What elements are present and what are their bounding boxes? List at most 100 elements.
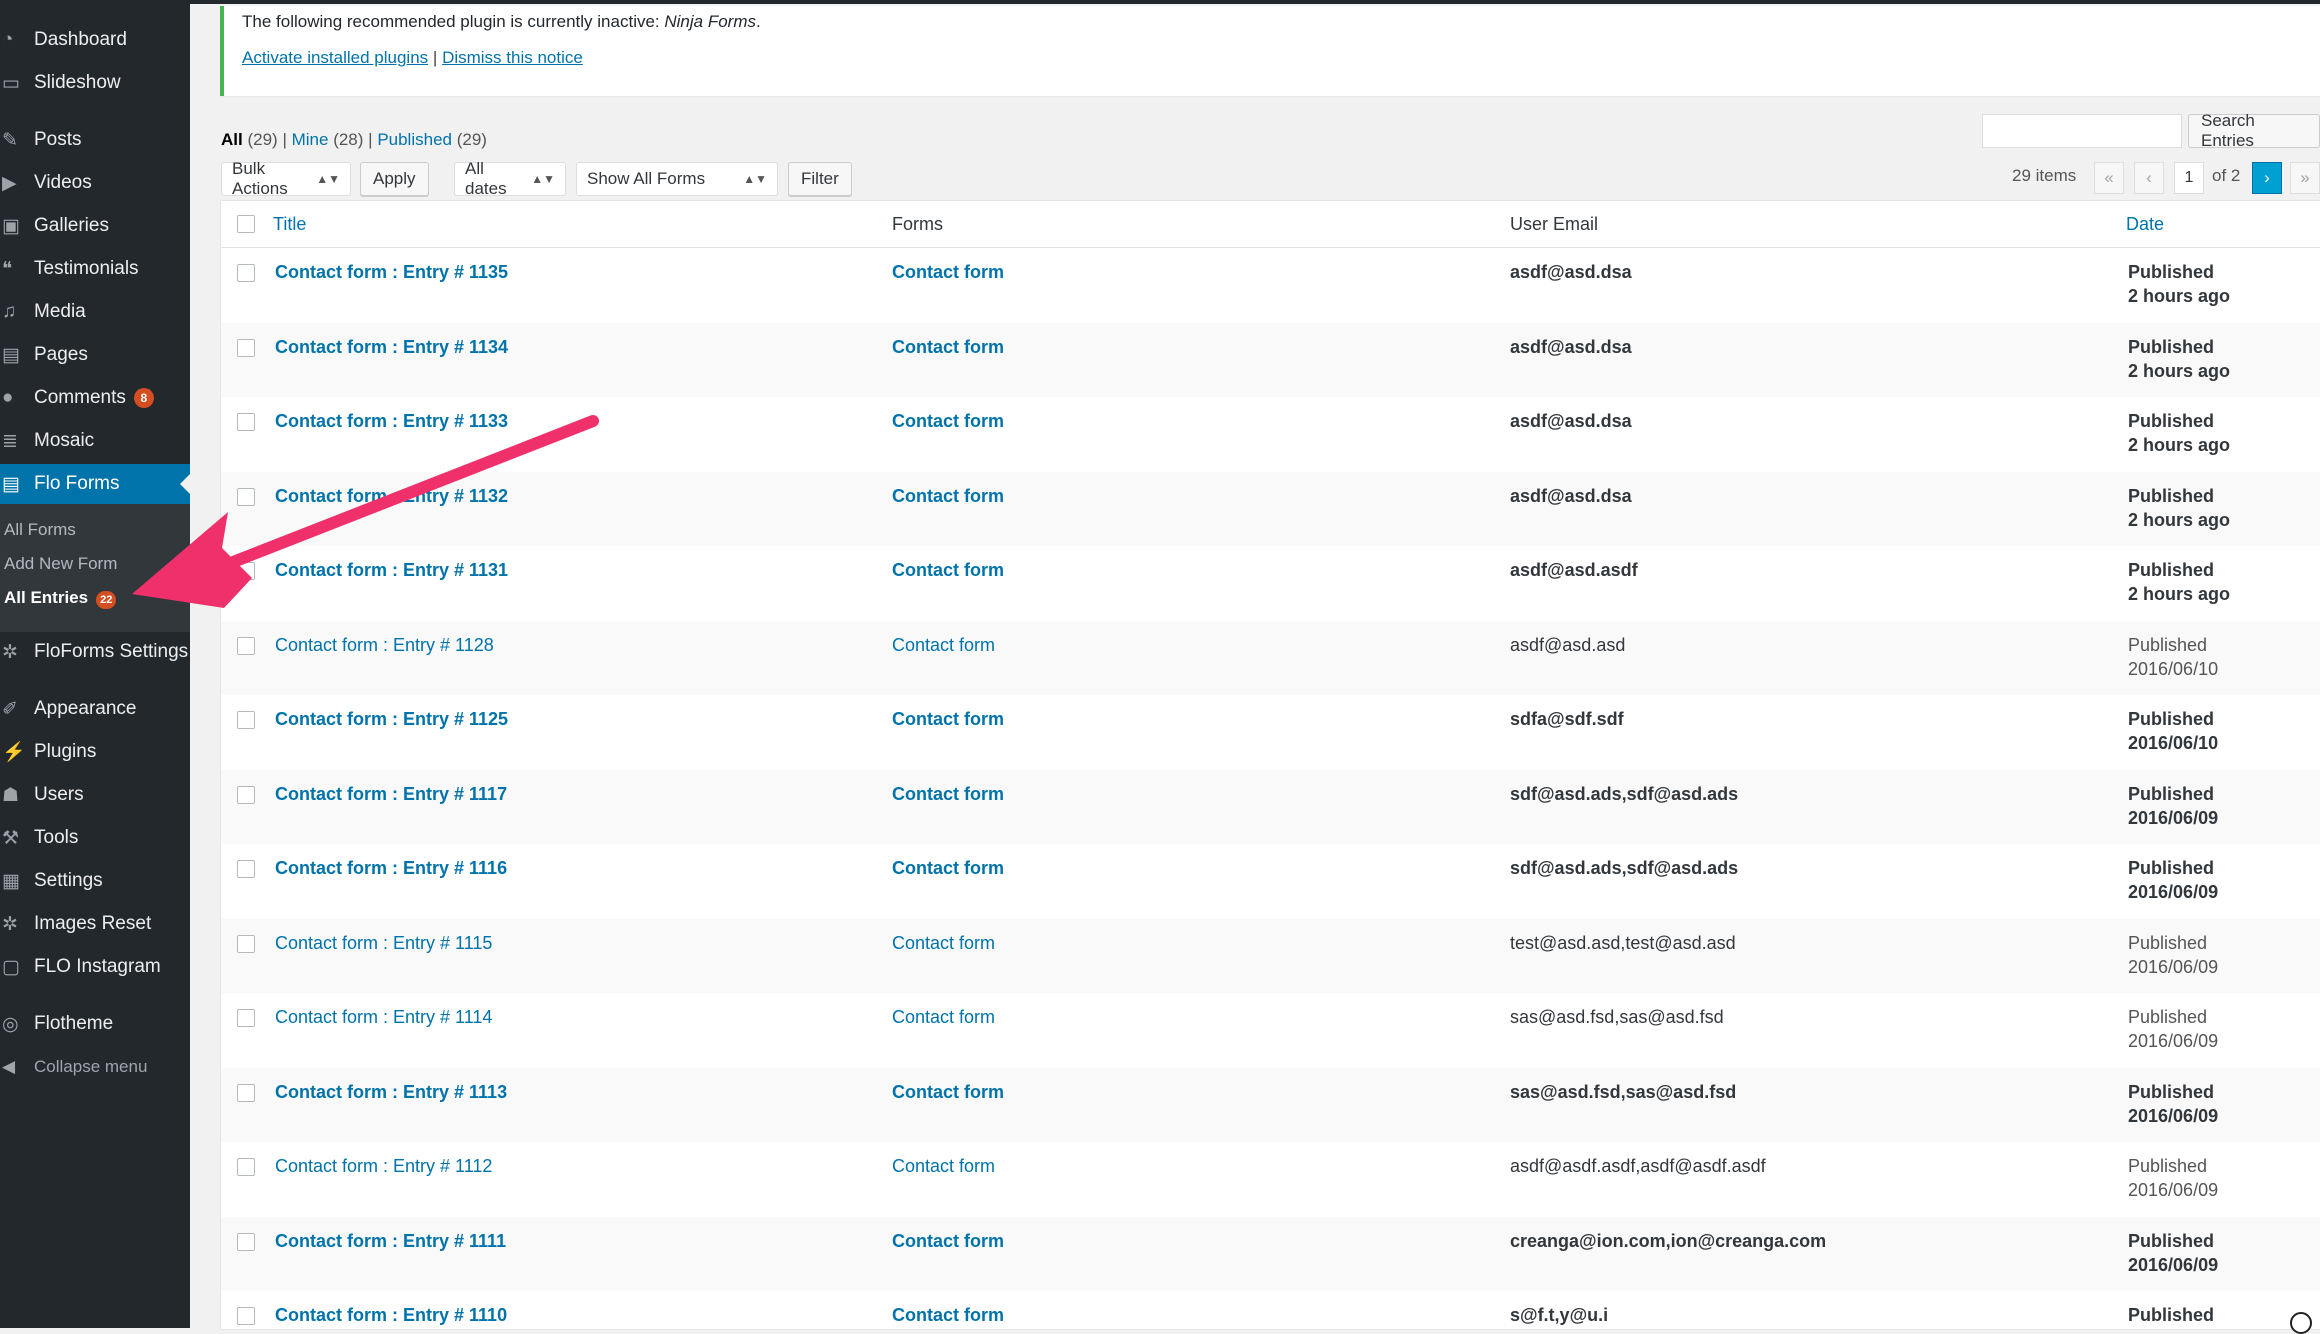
current-page-input[interactable]: 1: [2174, 162, 2204, 194]
row-checkbox[interactable]: [237, 1158, 255, 1176]
row-checkbox[interactable]: [237, 1232, 255, 1251]
submenu-label: All Forms: [4, 520, 76, 539]
row-checkbox[interactable]: [237, 1307, 255, 1325]
sidebar-item-pages[interactable]: ▤ Pages: [0, 335, 190, 375]
submenu-all-entries[interactable]: All Entries 22: [4, 588, 117, 609]
sidebar-item-comments[interactable]: ● Comments 8: [0, 378, 190, 418]
prev-page-button[interactable]: ‹: [2134, 162, 2164, 194]
entry-form-link[interactable]: Contact form: [892, 560, 1004, 581]
entry-title-link[interactable]: Contact form : Entry # 1114: [275, 1007, 492, 1028]
entry-title-link[interactable]: Contact form : Entry # 1115: [275, 933, 492, 954]
entry-title-link[interactable]: Contact form : Entry # 1128: [275, 635, 494, 656]
view-published[interactable]: Published (29): [377, 130, 487, 149]
entry-date-value: 2 hours ago: [2128, 435, 2231, 455]
collapse-menu-button[interactable]: ◀ Collapse menu: [0, 1047, 190, 1087]
sidebar-item-slideshow[interactable]: ▭ Slideshow: [0, 63, 190, 103]
last-page-button[interactable]: »: [2290, 162, 2320, 194]
column-title[interactable]: Title: [273, 214, 306, 235]
entry-form-link[interactable]: Contact form: [892, 858, 1004, 879]
entry-title-link[interactable]: Contact form : Entry # 1135: [275, 262, 508, 283]
row-checkbox[interactable]: [237, 860, 255, 878]
row-checkbox[interactable]: [237, 338, 255, 357]
entry-form-link[interactable]: Contact form: [892, 1231, 1004, 1252]
sidebar-item-appearance[interactable]: ✐ Appearance: [0, 689, 190, 729]
entry-title-link[interactable]: Contact form : Entry # 1113: [275, 1082, 507, 1103]
filter-button[interactable]: Filter: [788, 162, 852, 196]
entry-form-link[interactable]: Contact form: [892, 262, 1004, 283]
comments-count-badge: 8: [133, 388, 154, 408]
search-input[interactable]: [1982, 114, 2182, 148]
entry-form-link[interactable]: Contact form: [892, 1007, 995, 1028]
sidebar-item-galleries[interactable]: ▣ Galleries: [0, 206, 190, 246]
row-checkbox[interactable]: [237, 413, 255, 431]
sidebar-item-mosaic[interactable]: ≣ Mosaic: [0, 421, 190, 461]
dismiss-notice-link[interactable]: Dismiss this notice: [442, 48, 583, 67]
sidebar-item-dashboard[interactable]: ◔ Dashboard: [0, 20, 190, 60]
sidebar-item-videos[interactable]: ▶ Videos: [0, 163, 190, 203]
entry-title-link[interactable]: Contact form : Entry # 1117: [275, 784, 507, 805]
sidebar-item-users[interactable]: ☗ Users: [0, 775, 190, 815]
entry-title-link[interactable]: Contact form : Entry # 1125: [275, 709, 508, 730]
sidebar-item-tools[interactable]: ⚒ Tools: [0, 818, 190, 858]
entry-form-link[interactable]: Contact form: [892, 635, 995, 656]
sidebar-item-flotheme[interactable]: ◎ Flotheme: [0, 1004, 190, 1044]
entry-title-link[interactable]: Contact form : Entry # 1116: [275, 858, 507, 879]
entry-title-link[interactable]: Contact form : Entry # 1111: [275, 1231, 506, 1252]
sidebar-item-testimonials[interactable]: ❝ Testimonials: [0, 249, 190, 289]
row-checkbox[interactable]: [237, 785, 255, 804]
apply-button[interactable]: Apply: [360, 162, 429, 196]
entry-form-link[interactable]: Contact form: [892, 1156, 995, 1177]
sidebar-item-flo-instagram[interactable]: ▢ FLO Instagram: [0, 947, 190, 987]
entry-form-link[interactable]: Contact form: [892, 1082, 1004, 1103]
sidebar-item-label: Dashboard: [34, 29, 127, 50]
entry-form-link[interactable]: Contact form: [892, 933, 995, 954]
entry-form-link[interactable]: Contact form: [892, 709, 1004, 730]
submenu-add-new-form[interactable]: Add New Form: [4, 554, 117, 574]
entry-form-link[interactable]: Contact form: [892, 411, 1004, 432]
forms-filter-select[interactable]: Show All Forms ▲▼: [576, 162, 778, 196]
submenu-all-forms[interactable]: All Forms: [4, 520, 76, 540]
column-date[interactable]: Date: [2126, 214, 2164, 235]
sidebar-item-media[interactable]: ♫ Media: [0, 292, 190, 332]
entry-date-value: 2016/06/10: [2128, 733, 2219, 753]
row-checkbox[interactable]: [237, 487, 255, 506]
activate-plugins-link[interactable]: Activate installed plugins: [242, 48, 428, 67]
sidebar-item-posts[interactable]: ✎ Posts: [0, 120, 190, 160]
sidebar-item-floforms-settings[interactable]: ✲ FloForms Settings: [0, 632, 190, 672]
entry-title-link[interactable]: Contact form : Entry # 1131: [275, 560, 508, 581]
entry-title-link[interactable]: Contact form : Entry # 1132: [275, 486, 508, 507]
entry-title-link[interactable]: Contact form : Entry # 1133: [275, 411, 508, 432]
bulk-actions-select[interactable]: Bulk Actions ▲▼: [221, 159, 351, 198]
view-all[interactable]: All (29): [221, 130, 278, 149]
first-page-button[interactable]: «: [2094, 162, 2124, 194]
views-separator: |: [368, 130, 373, 149]
select-all-checkbox[interactable]: [237, 215, 255, 233]
entry-form-link[interactable]: Contact form: [892, 1305, 1004, 1326]
entry-date: Published 2 hours ago: [2128, 409, 2230, 457]
search-entries-button[interactable]: Search Entries: [2188, 111, 2320, 150]
next-page-button[interactable]: ›: [2252, 162, 2282, 194]
sidebar-item-label: Flo Forms: [34, 473, 120, 494]
row-checkbox[interactable]: [237, 711, 255, 729]
scroll-icon[interactable]: [2290, 1312, 2312, 1334]
sidebar-item-settings[interactable]: ▦ Settings: [0, 861, 190, 901]
table-row: Contact form : Entry # 1111 Contact form c…: [221, 1216, 2320, 1291]
row-checkbox[interactable]: [237, 562, 255, 580]
entry-date: Published 2016/06/09: [2128, 1005, 2218, 1053]
entry-title-link[interactable]: Contact form : Entry # 1112: [275, 1156, 492, 1177]
entry-form-link[interactable]: Contact form: [892, 486, 1004, 507]
sidebar-item-plugins[interactable]: ⚡ Plugins: [0, 732, 190, 772]
row-checkbox[interactable]: [237, 636, 255, 655]
row-checkbox[interactable]: [237, 1009, 255, 1027]
sidebar-item-flo-forms[interactable]: ▤ Flo Forms: [0, 464, 190, 504]
entry-title-link[interactable]: Contact form : Entry # 1110: [275, 1305, 507, 1326]
entry-form-link[interactable]: Contact form: [892, 337, 1004, 358]
row-checkbox[interactable]: [237, 934, 255, 953]
view-mine[interactable]: Mine (28): [292, 130, 364, 149]
row-checkbox[interactable]: [237, 1083, 255, 1102]
sidebar-item-images-reset[interactable]: ✲ Images Reset: [0, 904, 190, 944]
dates-select[interactable]: All dates ▲▼: [454, 159, 566, 198]
row-checkbox[interactable]: [237, 264, 255, 282]
entry-form-link[interactable]: Contact form: [892, 784, 1004, 805]
entry-title-link[interactable]: Contact form : Entry # 1134: [275, 337, 508, 358]
